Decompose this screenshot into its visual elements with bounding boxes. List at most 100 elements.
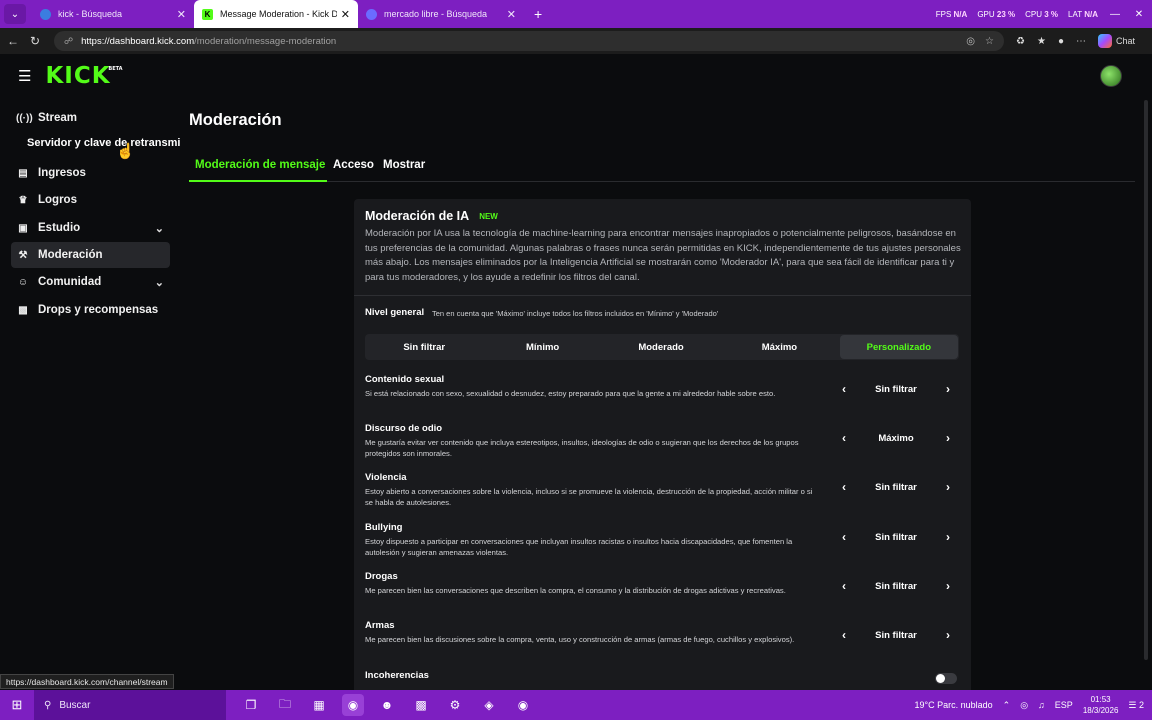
tab-moderacion-mensaje[interactable]: Moderación de mensaje [195, 159, 325, 171]
sidebar-item-label: Estudio [38, 222, 81, 234]
gpu-label: GPU [977, 9, 995, 19]
sidebar-item-label: Drops y recompensas [38, 304, 159, 316]
copilot-icon [1097, 34, 1112, 48]
sidebar-item-moderacion[interactable]: ⚒ Moderación [11, 242, 170, 268]
sidebar-item-comunidad[interactable]: ☺ Comunidad ⌄ [11, 269, 170, 295]
weather-widget[interactable]: 19°C Parc. nublado [914, 700, 992, 710]
close-window-icon[interactable]: ✕ [1132, 9, 1146, 20]
back-arrow-icon[interactable]: ← [2, 34, 24, 48]
level-option-minimo[interactable]: Mínimo [483, 334, 601, 360]
tab-mostrar[interactable]: Mostrar [383, 159, 425, 171]
sidebar-item-drops[interactable]: ▩ Drops y recompensas [11, 297, 170, 323]
kick-logo[interactable]: KICK BETA [45, 63, 122, 89]
filter-value: Máximo [878, 432, 914, 444]
browser-tab-1[interactable]: kick - Búsqueda ✕ [32, 0, 194, 28]
sidebar-subitem-stream-key[interactable]: Servidor y clave de retransmisión [27, 137, 180, 149]
reader-icon[interactable]: ◎ [966, 36, 975, 47]
lock-icon: ☍ [64, 35, 74, 46]
chevron-right-icon[interactable]: › [937, 378, 959, 400]
cpu-value: 3 % [1044, 9, 1059, 19]
edge-browser-icon[interactable]: ◉ [342, 694, 364, 716]
page-scrollbar[interactable] [1144, 100, 1148, 660]
more-options-icon[interactable]: ⋯ [1076, 36, 1086, 47]
filter-stepper: ‹ Sin filtrar › [833, 575, 959, 597]
sidebar: ((·)) Stream Servidor y clave de retrans… [0, 98, 180, 678]
fps-value: N/A [953, 9, 968, 19]
clock[interactable]: 01:53 18/3/2026 [1083, 694, 1119, 716]
hamburger-menu-icon[interactable]: ☰ [18, 67, 31, 85]
windows-start-icon[interactable]: ⊞ [0, 697, 34, 713]
sidebar-item-ingresos[interactable]: ▤ Ingresos [11, 160, 170, 186]
tray-chevron-up-icon[interactable]: ⌃ [1003, 700, 1011, 711]
favorites-icon[interactable]: ★ [1037, 36, 1046, 47]
filter-description: Si está relacionado con sexo, sexualidad… [365, 389, 776, 398]
browser-tab-3[interactable]: mercado libre - Búsqueda ✕ [358, 0, 524, 28]
tab-acceso[interactable]: Acceso [333, 159, 374, 171]
tab-actions-chevron-icon[interactable]: ⌄ [4, 4, 26, 24]
new-badge: NEW [479, 211, 498, 221]
chevron-left-icon[interactable]: ‹ [833, 427, 855, 449]
notification-count: 2 [1138, 699, 1144, 710]
taskbar-search[interactable]: ⚲ Buscar [34, 690, 226, 720]
level-option-maximo[interactable]: Máximo [720, 334, 838, 360]
copilot-chat-button[interactable]: Chat [1097, 34, 1135, 48]
app-icon[interactable]: ◈ [478, 694, 500, 716]
chevron-left-icon[interactable]: ‹ [833, 476, 855, 498]
level-option-moderado[interactable]: Moderado [602, 334, 720, 360]
browser-tab-bar: ⌄ kick - Búsqueda ✕ K Message Moderation… [0, 0, 1152, 28]
volume-icon[interactable]: ♫ [1038, 700, 1045, 710]
incoherencias-toggle[interactable] [935, 673, 957, 684]
chevron-right-icon[interactable]: › [937, 476, 959, 498]
notifications-icon[interactable]: ☰ 2 [1128, 700, 1144, 711]
sidebar-item-logros[interactable]: ♛ Logros [11, 187, 170, 213]
refresh-icon[interactable]: ↻ [24, 34, 46, 48]
filter-name: Drogas [365, 571, 398, 582]
discord-icon[interactable]: ☻ [376, 694, 398, 716]
cpu-stat: CPU 3 % [1025, 10, 1058, 19]
language-indicator[interactable]: ESP [1055, 700, 1073, 710]
chevron-left-icon[interactable]: ‹ [833, 575, 855, 597]
fps-label: FPS [935, 9, 952, 19]
chevron-right-icon[interactable]: › [937, 575, 959, 597]
filter-description: Me parecen bien las conversaciones que d… [365, 586, 786, 595]
active-tab-indicator [189, 180, 327, 182]
level-option-personalizado[interactable]: Personalizado [839, 335, 959, 359]
network-icon[interactable]: ◎ [1020, 700, 1028, 711]
new-tab-icon[interactable]: + [534, 6, 542, 22]
sidebar-item-label: Ingresos [38, 167, 86, 179]
url-domain: https://dashboard.kick.com [81, 35, 195, 47]
chevron-left-icon[interactable]: ‹ [833, 378, 855, 400]
close-tab-icon[interactable]: ✕ [341, 8, 350, 21]
chevron-right-icon[interactable]: › [937, 624, 959, 646]
favorite-star-icon[interactable]: ☆ [985, 36, 994, 47]
clock-time: 01:53 [1090, 695, 1111, 704]
filter-name: Incoherencias [365, 670, 429, 681]
chevron-right-icon[interactable]: › [937, 526, 959, 548]
sidebar-item-estudio[interactable]: ▣ Estudio ⌄ [11, 215, 170, 241]
level-option-sin-filtrar[interactable]: Sin filtrar [365, 334, 483, 360]
user-avatar[interactable] [1100, 65, 1122, 87]
close-tab-icon[interactable]: ✕ [507, 8, 516, 21]
card-title-text: Moderación de IA [365, 209, 470, 223]
chevron-left-icon[interactable]: ‹ [833, 526, 855, 548]
filter-name: Discurso de odio [365, 423, 443, 434]
clock-date: 18/3/2026 [1082, 706, 1119, 715]
epic-games-icon[interactable]: ▩ [410, 694, 432, 716]
minimize-icon[interactable]: — [1108, 9, 1122, 20]
store-icon[interactable]: ▦ [308, 694, 330, 716]
file-explorer-icon[interactable]: 🗀 [274, 694, 296, 716]
kick-icon: K [202, 8, 213, 20]
lat-stat: LAT N/A [1068, 10, 1098, 19]
url-input[interactable]: ☍ https://dashboard.kick.com/moderation/… [54, 31, 1004, 51]
steam-icon[interactable]: ⚙ [444, 694, 466, 716]
obs-icon[interactable]: ◉ [512, 694, 534, 716]
chevron-right-icon[interactable]: › [937, 427, 959, 449]
profile-icon[interactable]: ● [1058, 36, 1064, 47]
sidebar-item-stream[interactable]: ((·)) Stream [11, 105, 170, 131]
browser-tab-2[interactable]: K Message Moderation - Kick Dashb ✕ [194, 0, 358, 28]
close-tab-icon[interactable]: ✕ [177, 8, 186, 21]
extensions-icon[interactable]: ♻ [1016, 36, 1025, 47]
task-view-icon[interactable]: ❐ [240, 694, 262, 716]
chevron-left-icon[interactable]: ‹ [833, 624, 855, 646]
moderation-tabs: Moderación de mensaje Acceso Mostrar [189, 153, 1135, 182]
